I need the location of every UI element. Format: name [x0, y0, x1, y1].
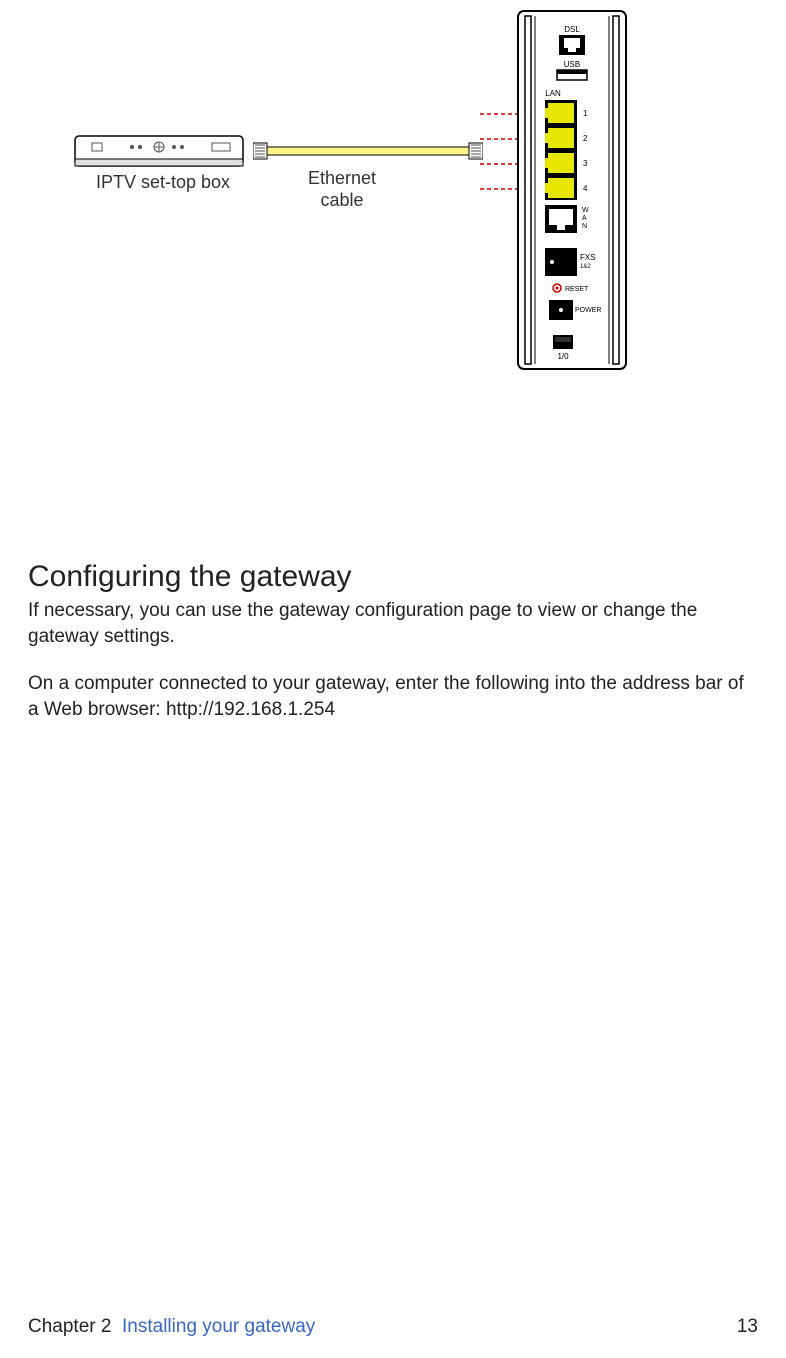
iptv-settop-box-icon	[74, 135, 244, 169]
intro-paragraph: If necessary, you can use the gateway co…	[28, 598, 758, 649]
lan-section-label: LAN	[545, 89, 561, 98]
ethernet-cable-label: Ethernet cable	[308, 168, 376, 211]
gateway-device-icon: DSL USB LAN 1 2	[517, 10, 627, 370]
usb-port-label: USB	[564, 60, 580, 69]
ethernet-cable-icon	[253, 141, 483, 161]
connection-diagram: DSL USB LAN 1 2	[28, 0, 758, 380]
document-page: DSL USB LAN 1 2	[0, 0, 786, 1358]
svg-text:A: A	[582, 215, 587, 222]
chapter-label: Chapter 2	[28, 1316, 111, 1337]
chapter-title: Installing your gateway	[122, 1316, 315, 1337]
page-number: 13	[737, 1316, 758, 1338]
section-heading: Configuring the gateway	[28, 560, 758, 594]
svg-text:N: N	[582, 223, 587, 230]
svg-text:1: 1	[583, 109, 588, 118]
page-footer: Chapter 2 Installing your gateway 13	[28, 1316, 758, 1338]
svg-text:2: 2	[583, 134, 588, 143]
instruction-paragraph: On a computer connected to your gateway,…	[28, 671, 758, 722]
svg-text:W: W	[582, 207, 589, 214]
svg-text:4: 4	[583, 184, 588, 193]
svg-text:FXS: FXS	[580, 253, 596, 262]
svg-text:RESET: RESET	[565, 286, 589, 293]
footer-left: Chapter 2 Installing your gateway	[28, 1316, 315, 1338]
wan-port: W A N	[545, 205, 589, 233]
iptv-settop-box-label: IPTV set-top box	[96, 172, 230, 193]
svg-text:1&2: 1&2	[580, 264, 591, 270]
svg-text:1/0: 1/0	[557, 352, 569, 361]
svg-text:3: 3	[583, 159, 588, 168]
svg-text:POWER: POWER	[575, 307, 601, 314]
dsl-port-label: DSL	[564, 25, 580, 34]
